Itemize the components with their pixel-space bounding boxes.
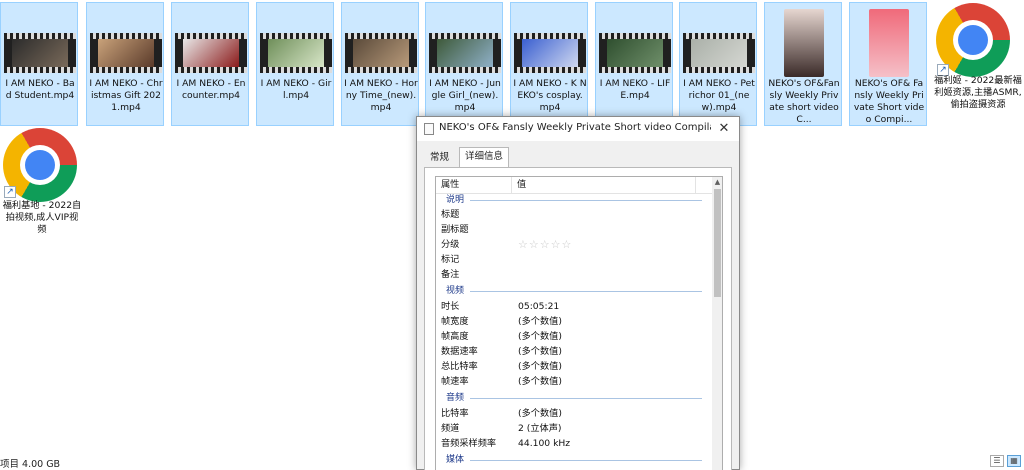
file-name: NEKO's OF& Fansly Weekly Private Short v… — [853, 78, 925, 125]
tab-details[interactable]: 详细信息 — [459, 147, 510, 167]
video-thumbnail — [869, 9, 909, 77]
video-thumbnail — [429, 33, 501, 73]
properties-dialog: NEKO's OF& Fansly Weekly Private Short v… — [416, 116, 740, 470]
property-name: 时长 — [441, 301, 460, 312]
video-file[interactable]: I AM NEKO - Petrichor 01_(new).mp4 — [679, 2, 757, 126]
dialog-titlebar[interactable]: NEKO's OF& Fansly Weekly Private Short v… — [417, 117, 739, 141]
file-name: I AM NEKO - Christmas Gift 2021.mp4 — [89, 78, 163, 113]
video-file[interactable]: I AM NEKO - Encounter.mp4 — [171, 2, 249, 126]
property-name: 备注 — [441, 269, 460, 280]
property-name: 帧速率 — [441, 376, 469, 387]
video-thumbnail — [90, 33, 162, 73]
tab-general[interactable]: 常规 — [425, 149, 454, 167]
section-audio: 音频 — [446, 392, 706, 404]
status-bar-text: 项目 4.00 GB — [0, 459, 61, 470]
section-description: 说明 — [446, 194, 706, 206]
file-name: I AM NEKO - Girl.mp4 — [260, 78, 332, 101]
property-name: 帧宽度 — [441, 316, 469, 327]
column-header-value[interactable]: 值 — [512, 177, 696, 193]
video-file[interactable]: I AM NEKO - Horny Time_(new).mp4 — [341, 2, 419, 126]
section-video: 视频 — [446, 285, 706, 297]
video-file[interactable]: I AM NEKO - K NEKO's cosplay.mp4 — [510, 2, 588, 126]
property-grid: 属性 值 说明 标题 副标题 分级 ☆☆☆☆☆ 标记 备注 视频 时长 05:0… — [435, 176, 723, 470]
details-panel: 属性 值 说明 标题 副标题 分级 ☆☆☆☆☆ 标记 备注 视频 时长 05:0… — [424, 167, 732, 470]
property-name: 标题 — [441, 209, 460, 220]
property-name: 数据速率 — [441, 346, 478, 357]
property-value: (多个数值) — [518, 408, 562, 419]
video-thumbnail — [514, 33, 586, 73]
property-name: 副标题 — [441, 224, 469, 235]
file-name: I AM NEKO - Petrichor 01_(new).mp4 — [683, 78, 755, 113]
video-file[interactable]: I AM NEKO - Bad Student.mp4 — [0, 2, 78, 126]
section-media: 媒体 — [446, 454, 706, 466]
property-name: 音频采样频率 — [441, 438, 497, 449]
property-value: (多个数值) — [518, 361, 562, 372]
property-name: 频道 — [441, 423, 460, 434]
video-file[interactable]: I AM NEKO - Girl.mp4 — [256, 2, 334, 126]
video-file[interactable]: I AM NEKO - Christmas Gift 2021.mp4 — [86, 2, 164, 126]
video-thumbnail — [784, 9, 824, 77]
scroll-up-icon[interactable]: ▲ — [712, 177, 722, 188]
property-name: 标记 — [441, 254, 460, 265]
property-value: 44.100 kHz — [518, 438, 571, 449]
file-name: I AM NEKO - Encounter.mp4 — [176, 78, 246, 101]
file-icon — [424, 123, 434, 135]
video-file-portrait[interactable]: NEKO's OF& Fansly Weekly Private Short v… — [849, 2, 927, 126]
video-file-portrait[interactable]: NEKO's OF&Fansly Weekly Private short vi… — [764, 2, 842, 126]
property-value: 05:05:21 — [518, 301, 560, 312]
shortcut-arrow-icon: ↗ — [4, 186, 16, 198]
property-value: (多个数值) — [518, 346, 562, 357]
shortcut-label[interactable]: 福利基地 - 2022自拍视频,成人VIP视频 — [2, 200, 82, 236]
column-header-property[interactable]: 属性 — [436, 177, 512, 193]
video-thumbnail — [599, 33, 671, 73]
file-name: I AM NEKO - Bad Student.mp4 — [5, 78, 75, 101]
property-value: (多个数值) — [518, 331, 562, 342]
dialog-title: NEKO's OF& Fansly Weekly Private Short v… — [439, 122, 711, 133]
video-thumbnail — [4, 33, 76, 73]
file-name: I AM NEKO - K NEKO's cosplay.mp4 — [513, 78, 587, 113]
property-name: 比特率 — [441, 408, 469, 419]
tiles-view-button[interactable]: ▦ — [1007, 455, 1021, 467]
vertical-scrollbar[interactable]: ▲ — [712, 177, 722, 470]
close-button[interactable]: ✕ — [715, 120, 733, 138]
video-thumbnail — [175, 33, 247, 73]
property-name: 总比特率 — [441, 361, 478, 372]
file-name: I AM NEKO - LIFE.mp4 — [599, 78, 671, 101]
file-name: NEKO's OF&Fansly Weekly Private short vi… — [768, 78, 840, 125]
details-view-button[interactable]: ☰ — [990, 455, 1004, 467]
shortcut-label[interactable]: 福利姬 - 2022最新福利姬资源,主播ASMR,偷拍盗摄资源 — [934, 75, 1022, 111]
property-value: 2 (立体声) — [518, 423, 562, 434]
scrollbar-thumb[interactable] — [714, 189, 721, 297]
property-name: 帧高度 — [441, 331, 469, 342]
desktop-folder-view: I AM NEKO - Bad Student.mp4 I AM NEKO - … — [0, 0, 1024, 470]
property-value: (多个数值) — [518, 376, 562, 387]
property-value: (多个数值) — [518, 316, 562, 327]
video-file[interactable]: I AM NEKO - Jungle Girl_(new).mp4 — [425, 2, 503, 126]
property-name: 分级 — [441, 239, 460, 250]
file-name: I AM NEKO - Horny Time_(new).mp4 — [344, 78, 418, 113]
rating-stars[interactable]: ☆☆☆☆☆ — [518, 238, 572, 251]
file-name: I AM NEKO - Jungle Girl_(new).mp4 — [429, 78, 501, 113]
video-thumbnail — [260, 33, 332, 73]
video-thumbnail — [683, 33, 755, 73]
video-file[interactable]: I AM NEKO - LIFE.mp4 — [595, 2, 673, 126]
video-thumbnail — [345, 33, 417, 73]
